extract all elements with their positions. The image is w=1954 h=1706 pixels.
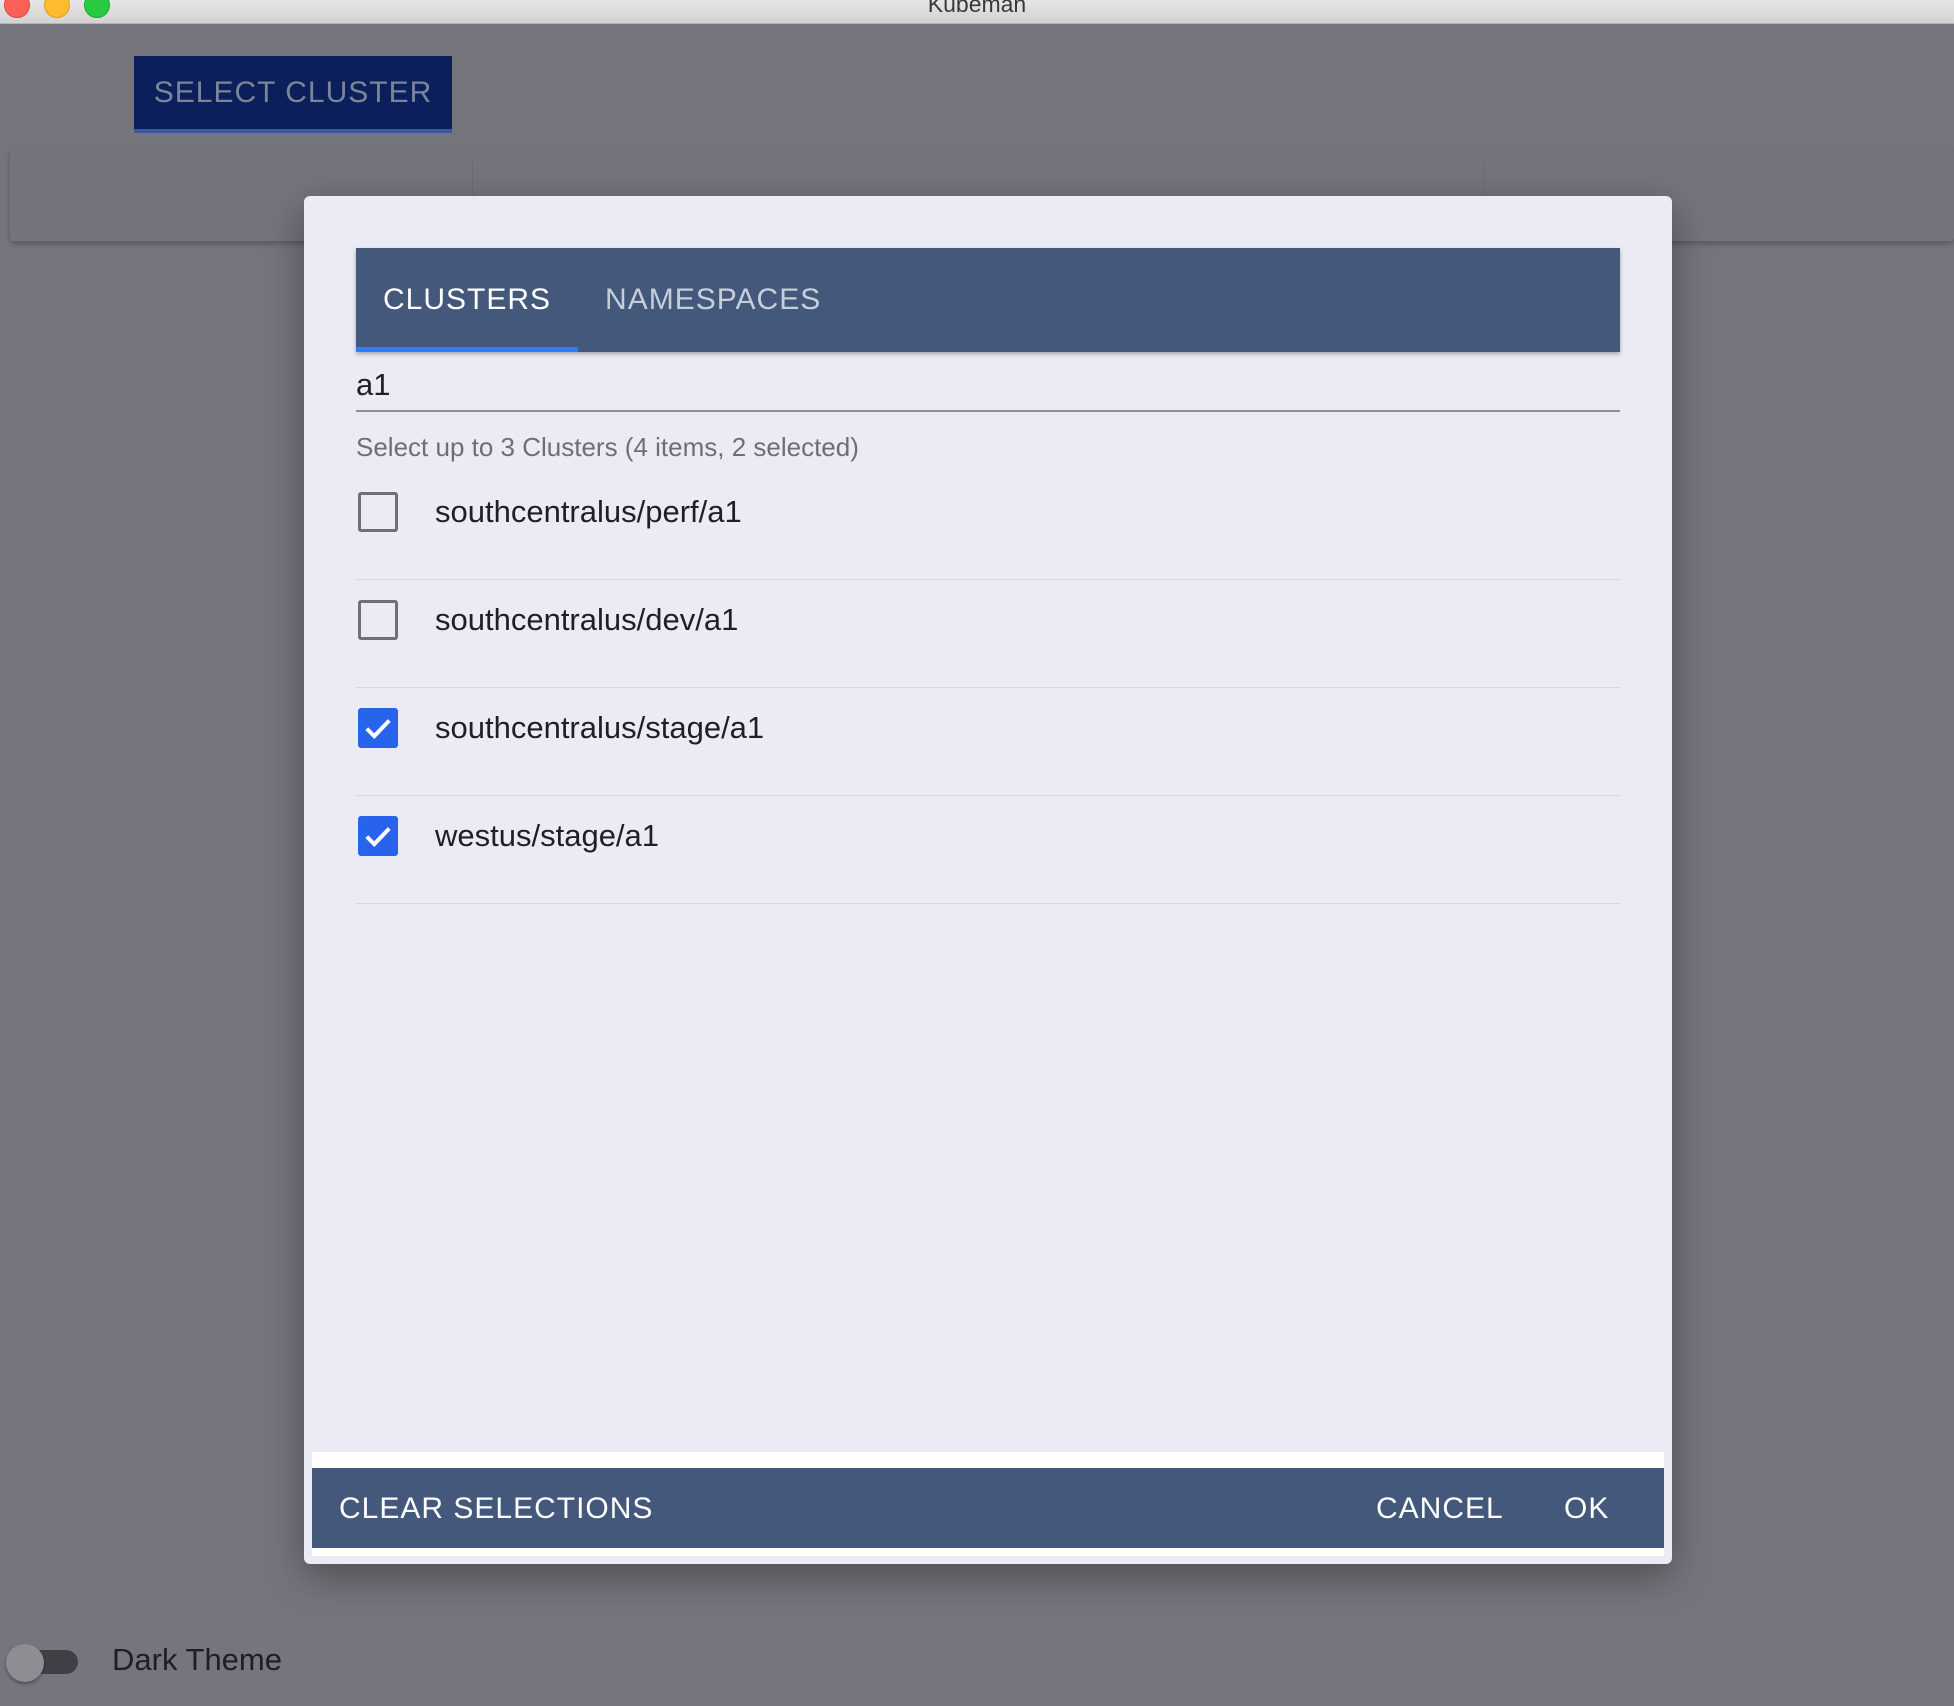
checkbox[interactable]: [358, 492, 398, 532]
list-item-label: westus/stage/a1: [435, 818, 660, 853]
checkbox[interactable]: [358, 600, 398, 640]
dialog-tabs: CLUSTERS NAMESPACES: [356, 248, 1620, 352]
dialog-footer: CLEAR SELECTIONS CANCEL OK: [312, 1452, 1664, 1556]
list-item-label: southcentralus/stage/a1: [435, 710, 765, 745]
dark-theme-label: Dark Theme: [112, 1642, 282, 1677]
checkbox[interactable]: [358, 816, 398, 856]
selection-dialog: CLUSTERS NAMESPACES Select up to 3 Clust…: [304, 196, 1672, 1564]
dark-theme-toggle[interactable]: [6, 1644, 80, 1682]
toggle-thumb: [6, 1644, 44, 1682]
window-title: Kubeman: [927, 0, 1027, 17]
dialog-actions: CLEAR SELECTIONS CANCEL OK: [312, 1468, 1664, 1548]
filter-input[interactable]: [356, 360, 1620, 412]
select-cluster-button[interactable]: SELECT CLUSTER: [134, 56, 452, 133]
clear-selections-button[interactable]: CLEAR SELECTIONS: [339, 1492, 653, 1526]
ok-button[interactable]: OK: [1564, 1492, 1609, 1526]
list-item-label: southcentralus/dev/a1: [435, 602, 739, 637]
list-item[interactable]: southcentralus/dev/a1: [356, 580, 1620, 688]
window-titlebar: Kubeman: [0, 0, 1954, 24]
list-item[interactable]: westus/stage/a1: [356, 796, 1620, 904]
checkmark-icon: [365, 719, 391, 739]
tab-clusters[interactable]: CLUSTERS: [356, 248, 579, 352]
checkbox[interactable]: [358, 708, 398, 748]
cluster-list: southcentralus/perf/a1 southcentralus/de…: [356, 472, 1620, 904]
list-item-label: southcentralus/perf/a1: [435, 494, 742, 529]
cancel-button[interactable]: CANCEL: [1376, 1492, 1504, 1526]
list-item[interactable]: southcentralus/perf/a1: [356, 472, 1620, 580]
list-item[interactable]: southcentralus/stage/a1: [356, 688, 1620, 796]
tab-namespaces[interactable]: NAMESPACES: [578, 248, 848, 352]
checkmark-icon: [365, 827, 391, 847]
selection-helper-text: Select up to 3 Clusters (4 items, 2 sele…: [356, 432, 859, 462]
